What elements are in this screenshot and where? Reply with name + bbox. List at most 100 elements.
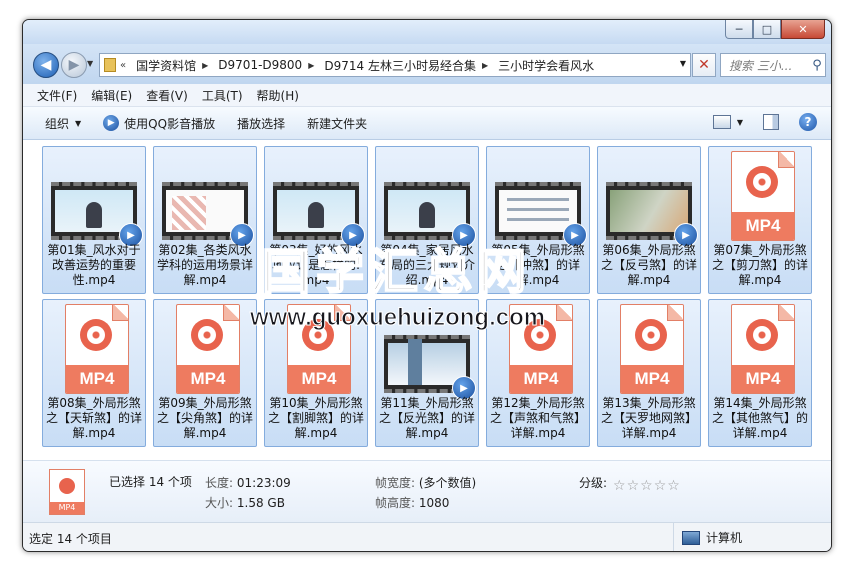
film-reel-icon (746, 319, 778, 351)
file-name: 第11集_外局形煞之【反光煞】的详解.mp4 (378, 396, 475, 440)
play-with-qq-button[interactable]: ▶ 使用QQ影音播放 (103, 115, 215, 132)
file-item[interactable]: ▶ 第04集_家居风水布局的三大规划介绍.mp4 (375, 146, 479, 294)
search-input[interactable]: 搜索 三小... (729, 57, 809, 74)
file-item[interactable]: MP4 第10集_外局形煞之【割脚煞】的详解.mp4 (264, 299, 368, 447)
file-item[interactable]: MP4 第08集_外局形煞之【天斩煞】的详解.mp4 (42, 299, 146, 447)
frame-height-row: 帧高度: 1080 (375, 494, 449, 511)
maximize-button[interactable]: □ (753, 20, 781, 39)
change-view-icon[interactable] (712, 115, 731, 129)
video-frame (277, 190, 355, 232)
film-reel-icon (302, 319, 334, 351)
file-name: 第01集_风水对于改善运势的重要性.mp4 (47, 243, 141, 287)
file-type-label: MP4 (621, 365, 683, 393)
star-icon[interactable]: ☆ (667, 478, 680, 494)
address-dropdown-icon[interactable]: ▼ (680, 59, 686, 68)
close-button[interactable]: ✕ (781, 20, 825, 39)
menu-bar: 文件(F) 编辑(E) 查看(V) 工具(T) 帮助(H) (23, 84, 831, 107)
new-folder-button[interactable]: 新建文件夹 (307, 115, 367, 132)
file-item[interactable]: ▶ 第05集_外局形煞之【冲煞】的详解.mp4 (486, 146, 590, 294)
film-reel-icon (59, 478, 75, 494)
star-icon[interactable]: ☆ (654, 478, 667, 494)
search-box[interactable]: 搜索 三小... ⚲ (720, 53, 826, 77)
file-item[interactable]: ▶ 第11集_外局形煞之【反光煞】的详解.mp4 (375, 299, 479, 447)
length-row: 长度: 01:23:09 (205, 474, 291, 491)
menu-tools[interactable]: 工具(T) (202, 87, 243, 104)
video-frame (388, 339, 466, 385)
menu-edit[interactable]: 编辑(E) (91, 87, 132, 104)
play-with-qq-label: 使用QQ影音播放 (124, 116, 216, 131)
qq-player-icon: ▶ (103, 115, 120, 131)
breadcrumb-item[interactable]: 国学资料馆 (136, 57, 196, 74)
organize-label: 组织 (45, 116, 70, 131)
breadcrumb-item[interactable]: D9714 左林三小时易经合集 (324, 57, 476, 74)
file-item[interactable]: ▶ 第06集_外局形煞之【反弓煞】的详解.mp4 (597, 146, 701, 294)
status-text: 选定 14 个项目 (29, 532, 112, 546)
length-label: 长度: (205, 476, 234, 490)
page-fold-icon (223, 305, 239, 321)
selected-count: 已选择 14 个项 (109, 475, 192, 489)
star-icon[interactable]: ☆ (640, 478, 653, 494)
menu-help[interactable]: 帮助(H) (257, 87, 299, 104)
menu-file[interactable]: 文件(F) (37, 87, 77, 104)
file-item[interactable]: ▶ 第01集_风水对于改善运势的重要性.mp4 (42, 146, 146, 294)
file-item[interactable]: ▶ 第02集_各类风水学科的运用场景详解.mp4 (153, 146, 257, 294)
file-name: 第06集_外局形煞之【反弓煞】的详解.mp4 (600, 243, 697, 287)
mp4-file-icon: MP4 (731, 151, 795, 241)
back-arrow-icon[interactable]: ◀ (33, 52, 59, 78)
file-item[interactable]: MP4 第12集_外局形煞之【声煞和气煞】详解.mp4 (486, 299, 590, 447)
breadcrumb-item[interactable]: D9701-D9800 (218, 58, 302, 72)
frame-width-row: 帧宽度: (多个数值) (375, 474, 476, 491)
view-options-chevron-icon[interactable]: ▼ (737, 118, 743, 127)
film-reel-icon (524, 319, 556, 351)
file-type-label: MP4 (510, 365, 572, 393)
status-bar: 选定 14 个项目 计算机 (23, 522, 831, 551)
view-controls: ▼ ? (712, 113, 817, 131)
breadcrumb-overflow-icon[interactable]: « (120, 60, 126, 71)
frame-width-value: (多个数值) (418, 476, 477, 490)
presenter-figure (86, 202, 103, 228)
address-bar[interactable]: « 国学资料馆 ▶ D9701-D9800 ▶ D9714 左林三小时易经合集 … (99, 53, 691, 77)
breadcrumb-separator-icon[interactable]: ▶ (308, 61, 314, 70)
mp4-file-icon: MP4 (65, 304, 129, 394)
size-label: 大小: (205, 496, 234, 510)
text-line (507, 218, 569, 221)
star-icon[interactable]: ☆ (613, 478, 626, 494)
frame-height-label: 帧高度: (375, 496, 416, 510)
file-item[interactable]: MP4 第14集_外局形煞之【其他煞气】的详解.mp4 (708, 299, 812, 447)
film-reel-icon (746, 166, 778, 198)
clear-address-icon[interactable]: ✕ (692, 53, 716, 77)
text-line (507, 208, 569, 211)
file-name: 第12集_外局形煞之【声煞和气煞】详解.mp4 (489, 396, 586, 440)
file-item[interactable]: MP4 第09集_外局形煞之【尖角煞】的详解.mp4 (153, 299, 257, 447)
preview-pane-icon[interactable] (763, 114, 779, 130)
status-location-label: 计算机 (706, 531, 743, 545)
star-icon[interactable]: ☆ (627, 478, 640, 494)
menu-view[interactable]: 查看(V) (146, 87, 188, 104)
building-figure (408, 339, 422, 385)
navigation-bar: ◀ ▶ ▼ « 国学资料馆 ▶ D9701-D9800 ▶ D9714 左林三小… (23, 44, 831, 84)
page-fold-icon (334, 305, 350, 321)
forward-arrow-icon[interactable]: ▶ (61, 52, 87, 78)
minimize-button[interactable]: ─ (725, 20, 753, 39)
search-icon[interactable]: ⚲ (809, 58, 825, 73)
file-name: 第10集_外局形煞之【割脚煞】的详解.mp4 (267, 396, 364, 440)
breadcrumb-separator-icon[interactable]: ▶ (482, 61, 488, 70)
mp4-file-icon: MP4 (620, 304, 684, 394)
file-name: 第13集_外局形煞之【天罗地网煞】详解.mp4 (600, 396, 697, 440)
play-selection-button[interactable]: 播放选择 (237, 115, 285, 132)
breadcrumb-separator-icon[interactable]: ▶ (202, 61, 208, 70)
help-icon[interactable]: ? (799, 113, 817, 131)
breadcrumb-item[interactable]: 三小时学会看风水 (498, 57, 594, 74)
video-frame (499, 190, 577, 232)
page-fold-icon (778, 305, 794, 321)
organize-button[interactable]: 组织 ▼ (45, 115, 81, 132)
title-bar: ─ □ ✕ (23, 20, 831, 44)
presenter-figure (419, 202, 436, 228)
file-list: ▶ 第01集_风水对于改善运势的重要性.mp4 ▶ 第02集_各类风水学科的运用场景详… (23, 140, 831, 460)
file-name: 第09集_外局形煞之【尖角煞】的详解.mp4 (156, 396, 253, 440)
file-item[interactable]: ▶ 第03集_好的风水地应该是怎样的.mp4 (264, 146, 368, 294)
file-item[interactable]: MP4 第13集_外局形煞之【天罗地网煞】详解.mp4 (597, 299, 701, 447)
recent-pages-chevron-icon[interactable]: ▼ (87, 59, 93, 68)
rating-stars[interactable]: ☆ ☆ ☆ ☆ ☆ (613, 478, 681, 494)
file-item[interactable]: MP4 第07集_外局形煞之【剪刀煞】的详解.mp4 (708, 146, 812, 294)
